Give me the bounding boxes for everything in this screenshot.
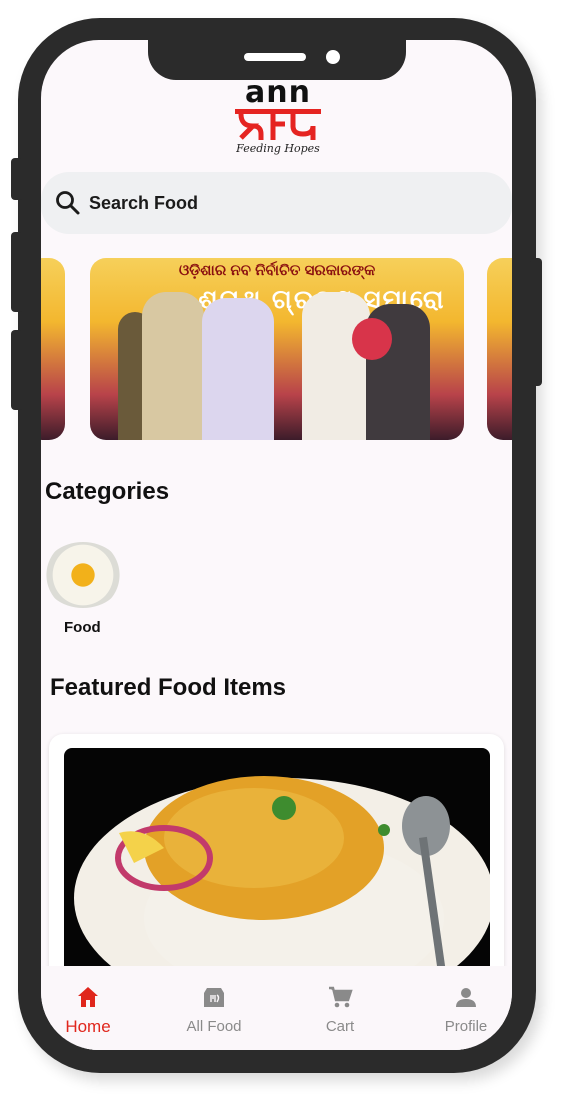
app-screen: ann Feeding Hopes Search Food ଓଡ଼ିଶାର ନବ… [41, 40, 512, 1050]
phone-notch [148, 40, 406, 80]
app-logo: ann Feeding Hopes [233, 75, 323, 160]
mute-switch [11, 158, 23, 200]
food-bag-icon [204, 988, 224, 1007]
banner-person-image [302, 292, 370, 440]
bottom-navigation: Home All Food Cart Profile [41, 966, 512, 1050]
banner-person-image [202, 298, 274, 440]
nav-all-food-label: All Food [186, 1018, 242, 1035]
category-food-image[interactable] [43, 542, 123, 608]
speaker-grille [244, 53, 306, 61]
banner-slide-current[interactable]: ଓଡ଼ିଶାର ନବ ନିର୍ବାଚିତ ସରକାରଙ୍କ ଶପଥ ଗ୍ରହଣ … [90, 258, 464, 440]
search-input[interactable]: Search Food [89, 193, 198, 214]
banner-slide-next[interactable] [487, 258, 512, 440]
front-camera [326, 50, 340, 64]
volume-down-button [11, 330, 23, 410]
category-food-label[interactable]: Food [64, 619, 101, 636]
cart-icon [329, 986, 353, 1008]
bouquet-image [352, 318, 392, 360]
nav-home[interactable]: Home [41, 966, 143, 1050]
search-icon [56, 191, 80, 215]
banner-slide-prev[interactable] [41, 258, 65, 440]
power-button [530, 258, 542, 386]
volume-up-button [11, 232, 23, 312]
featured-heading: Featured Food Items [50, 674, 287, 701]
nav-all-food[interactable]: All Food [159, 966, 269, 1050]
person-icon [456, 988, 476, 1007]
nav-profile[interactable]: Profile [411, 966, 512, 1050]
logo-wordmark-top: ann [245, 75, 311, 110]
nav-home-label: Home [65, 1017, 111, 1036]
categories-heading: Categories [45, 478, 170, 505]
nav-cart[interactable]: Cart [285, 966, 395, 1050]
nav-profile-label: Profile [444, 1018, 488, 1035]
nav-cart-label: Cart [325, 1018, 355, 1035]
search-bar[interactable]: Search Food [41, 172, 512, 234]
banner-headline: ଓଡ଼ିଶାର ନବ ନିର୍ବାଚିତ ସରକାରଙ୍କ [178, 262, 376, 279]
logo-tagline: Feeding Hopes [236, 142, 320, 155]
logo-wordmark-bottom [233, 106, 323, 142]
home-icon [78, 987, 98, 1007]
banner-person-image [142, 292, 204, 440]
